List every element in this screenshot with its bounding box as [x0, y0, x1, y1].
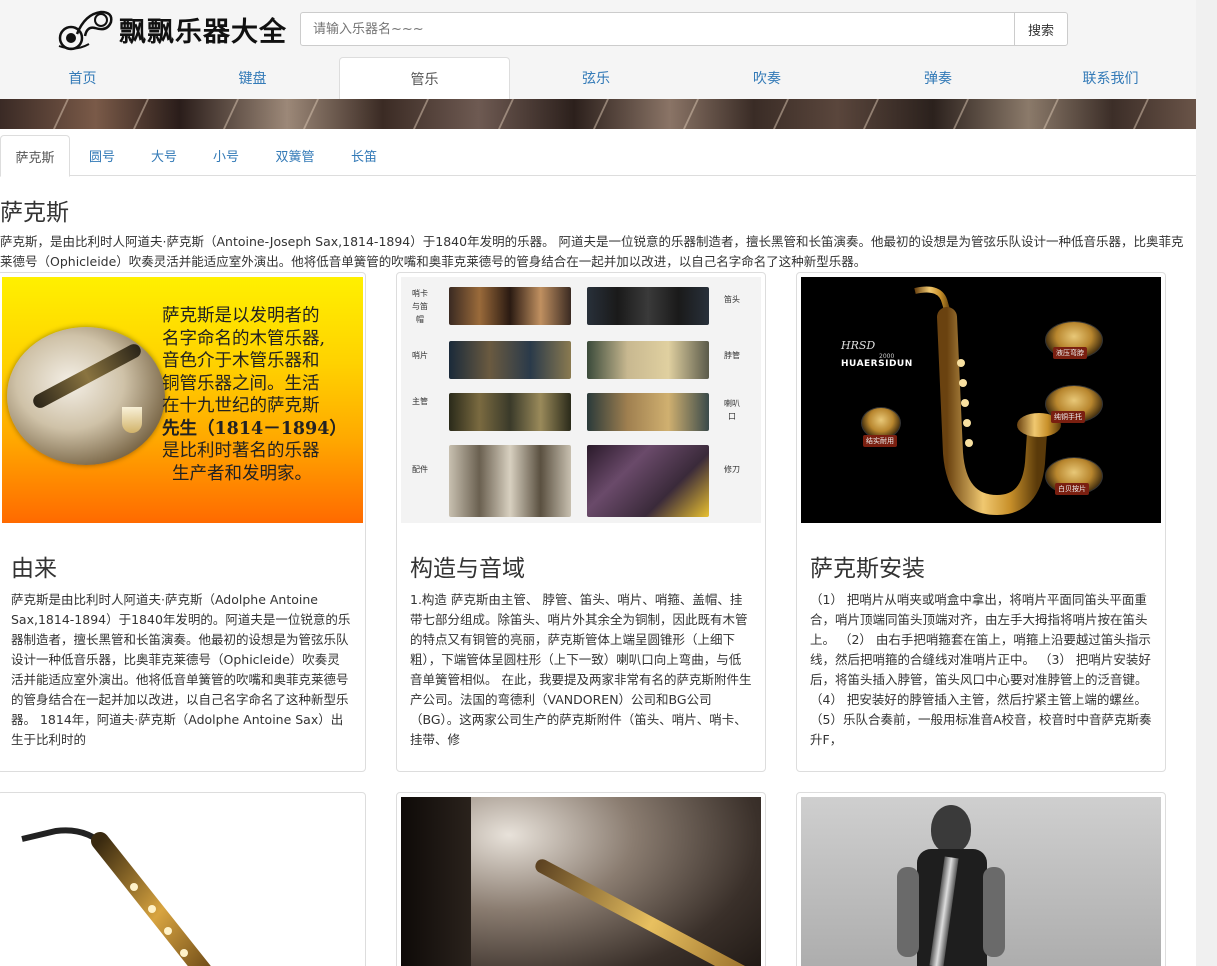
card-title: 由来: [11, 556, 57, 582]
nav-item-blowing[interactable]: 吹奏: [683, 57, 851, 99]
tab-tuba[interactable]: 大号: [136, 135, 192, 176]
intro-paragraph: 萨克斯，是由比利时人阿道夫·萨克斯（Antoine-Joseph Sax,181…: [0, 234, 1184, 269]
site-logo[interactable]: 飘飘乐器大全: [55, 6, 295, 52]
card-origin[interactable]: 萨克斯是以发明者的 名字命名的木管乐器, 音色介于木管乐器和 铜管乐器之间。生活…: [0, 272, 366, 772]
card-text: 1.构造 萨克斯由主管、 脖管、笛头、哨片、哨箍、盖帽、挂带七部分组成。除笛头、…: [410, 592, 752, 747]
card-origin-image: 萨克斯是以发明者的 名字命名的木管乐器, 音色介于木管乐器和 铜管乐器之间。生活…: [2, 277, 363, 523]
banner-image: [0, 99, 1196, 129]
tab-horn[interactable]: 圆号: [74, 135, 130, 176]
brand-mark: HRSD: [841, 339, 876, 352]
card-text: 萨克斯是由比利时人阿道夫·萨克斯（Adolphe Antoine Sax,181…: [11, 592, 351, 747]
page-gutter: [1196, 0, 1217, 966]
nav-item-keyboard[interactable]: 键盘: [170, 57, 335, 99]
main-nav: 首页 键盘 管乐 弦乐 吹奏 弹奏 联系我们: [0, 57, 1196, 99]
card-gallery-2[interactable]: [396, 792, 766, 966]
saxophone-icon: [21, 827, 211, 966]
card-text: （1） 把哨片从哨夹或哨盒中拿出，将哨片平面同笛头平面重合，哨片顶端同笛头顶端对…: [810, 592, 1152, 747]
saxophonist-photo: [801, 797, 1161, 966]
card-title: 萨克斯安装: [810, 556, 925, 582]
saxophone-on-sofa-photo: [401, 797, 761, 966]
card-assembly[interactable]: HRSD 2000 HUAERSIDUN 液压弯脖 纯铜手托 结实耐用 白贝按片…: [796, 272, 1166, 772]
page-title: 萨克斯: [0, 200, 69, 226]
image-caption: 萨克斯是以发明者的 名字命名的木管乐器, 音色介于木管乐器和 铜管乐器之间。生活…: [162, 306, 347, 484]
search-input[interactable]: [300, 12, 1015, 46]
search-button[interactable]: 搜索: [1014, 12, 1068, 46]
card-structure-image: 哨卡与笛帽 哨片 主管 配件 笛头 脖管 喇叭口 修刀: [401, 277, 761, 523]
tab-oboe[interactable]: 双簧管: [262, 135, 328, 176]
saxophone-photo: [7, 327, 165, 465]
card-title: 构造与音域: [410, 556, 525, 582]
nav-item-wind[interactable]: 管乐: [339, 57, 510, 99]
music-note-logo-icon: [58, 10, 113, 51]
instrument-tabs: 萨克斯 圆号 大号 小号 双簧管 长笛: [0, 135, 1196, 177]
tab-saxophone[interactable]: 萨克斯: [0, 135, 70, 177]
card-assembly-image: HRSD 2000 HUAERSIDUN 液压弯脖 纯铜手托 结实耐用 白贝按片: [801, 277, 1161, 523]
site-name: 飘飘乐器大全: [119, 16, 287, 48]
tab-flute[interactable]: 长笛: [336, 135, 392, 176]
tab-trumpet[interactable]: 小号: [198, 135, 254, 176]
nav-item-plucking[interactable]: 弹奏: [854, 57, 1022, 99]
nav-item-string[interactable]: 弦乐: [512, 57, 680, 99]
nav-item-contact[interactable]: 联系我们: [1025, 57, 1196, 99]
card-gallery-3[interactable]: [796, 792, 1166, 966]
nav-item-home[interactable]: 首页: [0, 57, 165, 99]
card-structure[interactable]: 哨卡与笛帽 哨片 主管 配件 笛头 脖管 喇叭口 修刀 构造与音域 1.构造 萨…: [396, 272, 766, 772]
card-gallery-1[interactable]: [0, 792, 366, 966]
gold-saxophone-photo: [2, 797, 363, 966]
